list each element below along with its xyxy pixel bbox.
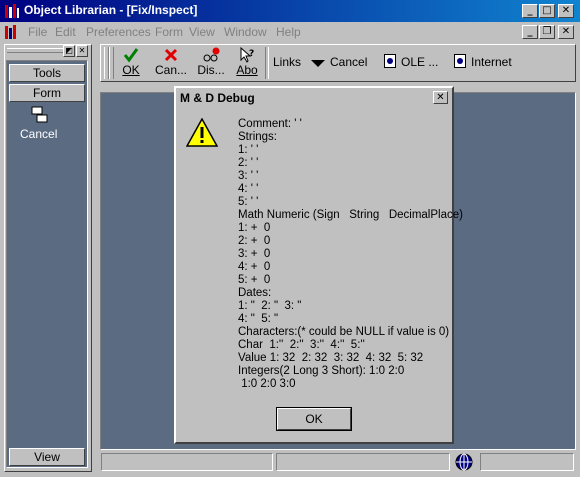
doc-icon bbox=[4, 24, 20, 40]
window-title: Object Librarian - [Fix/Inspect] bbox=[24, 3, 198, 17]
maximize-button[interactable]: □ bbox=[539, 4, 555, 18]
debug-line: 5: ' ' bbox=[238, 196, 259, 208]
debug-line: 4: " 5: " bbox=[238, 313, 279, 325]
debug-line: Strings: bbox=[238, 131, 277, 143]
title-bar[interactable]: Object Librarian - [Fix/Inspect] _ □ ✕ bbox=[0, 0, 580, 22]
menu-file[interactable]: File bbox=[28, 25, 47, 39]
globe-icon[interactable] bbox=[454, 452, 474, 472]
sidebar-tab-tools[interactable]: Tools bbox=[9, 64, 85, 82]
dialog-close-button[interactable]: ✕ bbox=[433, 91, 448, 104]
about-toolbar-button[interactable]: ? Abo bbox=[233, 46, 261, 81]
debug-line: Dates: bbox=[238, 287, 272, 299]
dialog-title: M & D Debug bbox=[180, 91, 255, 105]
menu-preferences[interactable]: Preferences bbox=[86, 25, 151, 39]
red-x-icon bbox=[153, 47, 189, 63]
internet-document-icon[interactable] bbox=[454, 54, 467, 69]
about-toolbar-label: Abo bbox=[236, 63, 258, 77]
dropdown-arrow-icon[interactable] bbox=[311, 59, 325, 67]
debug-line: 3: + 0 bbox=[238, 248, 271, 260]
warning-icon bbox=[185, 117, 219, 148]
ok-toolbar-button[interactable]: OK bbox=[116, 47, 146, 81]
debug-line: Math Numeric (Sign String DecimalPlace) bbox=[238, 209, 463, 221]
debug-line: Char 1:'' 2:'' 3:'' 4:'' 5:'' bbox=[238, 339, 365, 351]
menu-form[interactable]: Form bbox=[155, 25, 183, 39]
sidebar-restore-button[interactable]: ◩ bbox=[63, 45, 75, 57]
status-panel-right bbox=[480, 453, 574, 471]
display-toolbar-label: Dis... bbox=[197, 63, 225, 77]
close-button[interactable]: ✕ bbox=[558, 4, 574, 18]
doc-minimize-button[interactable]: _ bbox=[522, 25, 538, 39]
debug-message: Comment: ' ' Strings: 1: ' ' 2: ' ' 3: ' ' 4:… bbox=[238, 118, 463, 391]
debug-line: Characters:(* could be NULL if value is … bbox=[238, 326, 450, 338]
status-panel-middle bbox=[276, 453, 450, 471]
debug-line: 2: + 0 bbox=[238, 235, 271, 247]
debug-line: 5: + 0 bbox=[238, 274, 271, 286]
debug-line: 4: + 0 bbox=[238, 261, 271, 273]
ok-toolbar-label: OK bbox=[122, 63, 140, 77]
ole-label[interactable]: OLE ... bbox=[401, 55, 438, 69]
menu-help[interactable]: Help bbox=[276, 25, 301, 39]
display-toolbar-button[interactable]: Dis... bbox=[194, 47, 228, 81]
toolbar-separator bbox=[265, 47, 269, 79]
debug-line: 1: ' ' bbox=[238, 144, 259, 156]
doc-restore-button[interactable]: ❐ bbox=[539, 25, 555, 39]
dialog-ok-button[interactable]: OK bbox=[276, 407, 352, 431]
glasses-icon bbox=[194, 47, 228, 63]
debug-line: 1:0 2:0 3:0 bbox=[238, 378, 296, 390]
internet-label[interactable]: Internet bbox=[471, 55, 512, 69]
menu-view[interactable]: View bbox=[189, 25, 215, 39]
links-cancel-label[interactable]: Cancel bbox=[330, 55, 367, 69]
app-icon bbox=[4, 3, 20, 19]
help-pointer-icon: ? bbox=[233, 46, 261, 63]
svg-text:?: ? bbox=[249, 49, 254, 59]
debug-line: 2: ' ' bbox=[238, 157, 259, 169]
doc-close-button[interactable]: ✕ bbox=[558, 25, 574, 39]
debug-line: Value 1: 32 2: 32 3: 32 4: 32 5: 32 bbox=[238, 352, 424, 364]
links-label[interactable]: Links bbox=[273, 55, 301, 69]
menu-window[interactable]: Window bbox=[224, 25, 267, 39]
debug-line: 1: " 2: " 3: " bbox=[238, 300, 302, 312]
dialog-title-bar[interactable]: M & D Debug ✕ bbox=[177, 89, 451, 107]
cancel-toolbar-button[interactable]: Can... bbox=[153, 47, 189, 81]
toolbar-grip[interactable] bbox=[109, 47, 114, 79]
checkmark-icon bbox=[116, 47, 146, 63]
debug-line: 1: + 0 bbox=[238, 222, 271, 234]
cancel-exit-icon[interactable] bbox=[31, 106, 49, 124]
debug-line: Comment: ' ' bbox=[238, 118, 302, 130]
minimize-button[interactable]: _ bbox=[522, 4, 538, 18]
cancel-toolbar-label: Can... bbox=[154, 63, 187, 77]
menu-edit[interactable]: Edit bbox=[55, 25, 76, 39]
sidebar-tab-view[interactable]: View bbox=[9, 448, 85, 466]
ole-document-icon[interactable] bbox=[384, 54, 397, 69]
sidebar-tab-form[interactable]: Form bbox=[9, 84, 85, 102]
sidebar-cancel-label[interactable]: Cancel bbox=[20, 127, 57, 141]
menu-bar: File Edit Preferences Form View Window H… bbox=[0, 22, 580, 42]
debug-line: 3: ' ' bbox=[238, 170, 259, 182]
sidebar-grip[interactable] bbox=[7, 48, 63, 53]
sidebar-close-button[interactable]: ✕ bbox=[76, 45, 88, 57]
debug-line: Integers(2 Long 3 Short): 1:0 2:0 bbox=[238, 365, 405, 377]
status-panel-main bbox=[101, 453, 273, 471]
debug-line: 4: ' ' bbox=[238, 183, 259, 195]
